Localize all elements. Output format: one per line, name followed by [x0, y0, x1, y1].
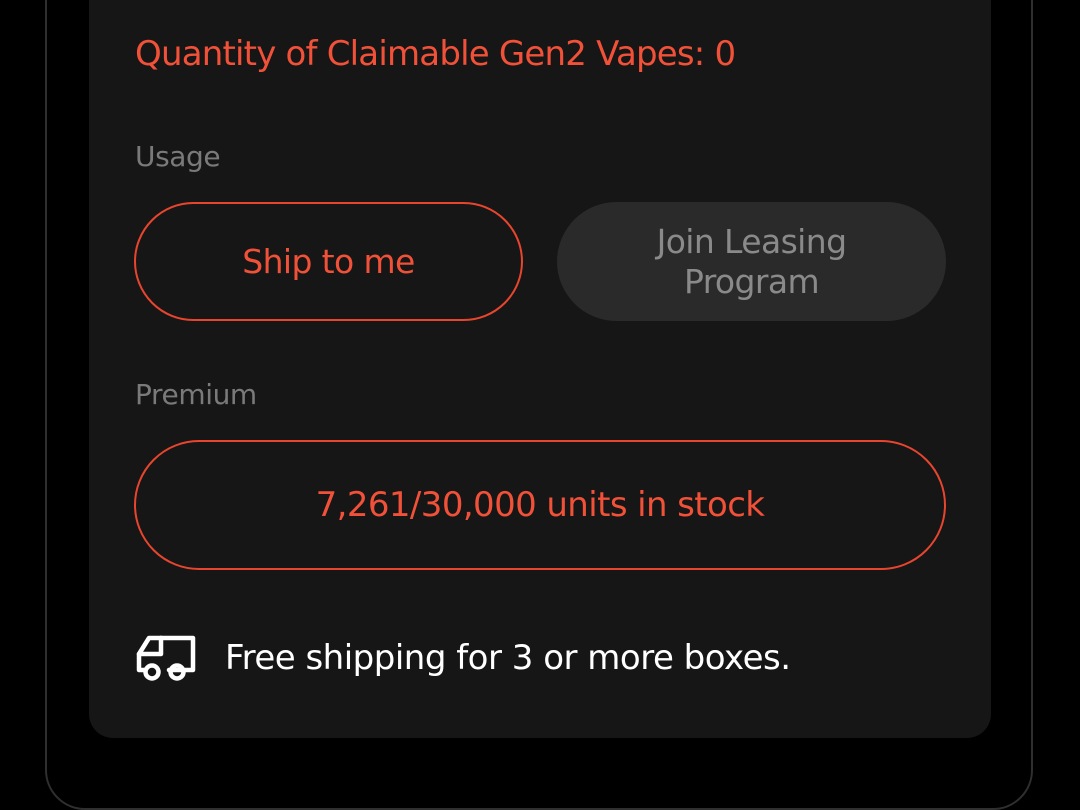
- usage-label: Usage: [135, 140, 221, 173]
- product-card: [89, 0, 991, 738]
- ship-to-me-label: Ship to me: [242, 242, 415, 281]
- truck-icon: [136, 635, 196, 681]
- join-leasing-program-button[interactable]: Join Leasing Program: [557, 202, 946, 321]
- join-leasing-program-label: Join Leasing Program: [656, 221, 847, 301]
- stock-count-label: 7,261/30,000 units in stock: [315, 485, 765, 525]
- free-shipping-notice: Free shipping for 3 or more boxes.: [135, 632, 791, 684]
- ship-to-me-button[interactable]: Ship to me: [134, 202, 523, 321]
- premium-stock-button[interactable]: 7,261/30,000 units in stock: [134, 440, 946, 570]
- free-shipping-text: Free shipping for 3 or more boxes.: [225, 638, 791, 678]
- claimable-quantity-text: Quantity of Claimable Gen2 Vapes: 0: [135, 34, 736, 74]
- premium-label: Premium: [135, 378, 257, 411]
